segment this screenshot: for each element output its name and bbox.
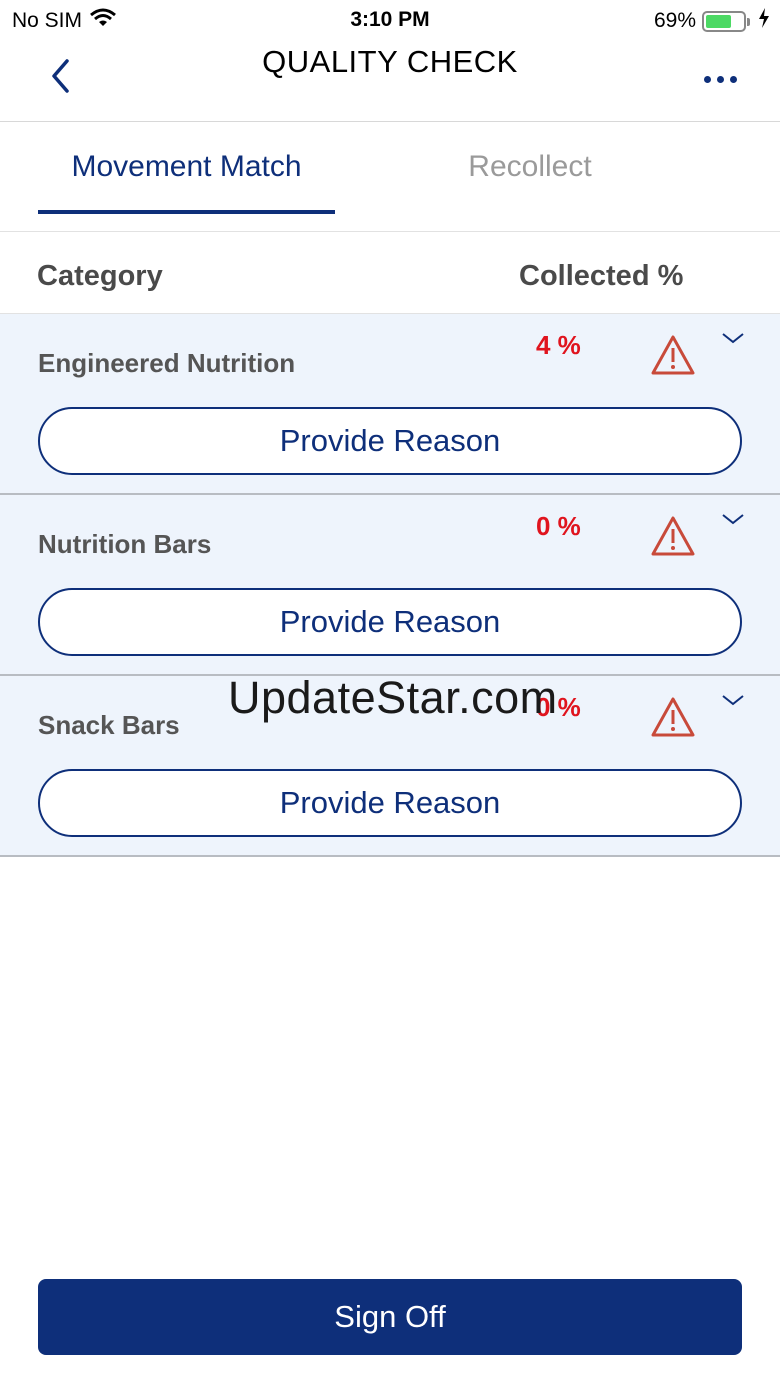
more-button[interactable] [698,64,742,94]
nav-bar: QUALITY CHECK [0,40,780,122]
header-category: Category [37,260,163,292]
header-collected: Collected % [519,260,684,292]
provide-reason-button[interactable]: Provide Reason [38,769,742,837]
warning-icon [650,696,696,738]
table-header: Category Collected % [0,232,780,314]
battery-fill [706,14,731,28]
more-dot [729,75,737,83]
tab-movement-match[interactable]: Movement Match [38,150,335,214]
battery-icon [702,10,750,32]
tab-bar: Movement Match Recollect [0,122,780,232]
category-name: Nutrition Bars [38,529,212,559]
status-right: 69% [654,8,770,34]
category-row-engineered-nutrition: Engineered Nutrition 4 % Provide Reason [0,314,780,495]
more-dot [703,75,711,83]
expand-chevron-icon[interactable] [720,690,746,710]
provide-reason-button[interactable]: Provide Reason [38,407,742,475]
charging-icon [758,8,770,34]
collected-percent: 0 % [536,511,581,541]
sign-off-button[interactable]: Sign Off [38,1279,742,1355]
collected-percent: 4 % [536,330,581,360]
category-name: Snack Bars [38,710,180,740]
category-name: Engineered Nutrition [38,348,296,378]
battery-percent: 69% [653,9,696,32]
expand-chevron-icon[interactable] [720,328,746,348]
warning-icon [650,334,696,376]
page-title: QUALITY CHECK [262,44,518,79]
provide-reason-button[interactable]: Provide Reason [38,588,742,656]
warning-icon [650,515,696,557]
more-dot [716,75,724,83]
tab-recollect[interactable]: Recollect [430,150,630,214]
category-row-nutrition-bars: Nutrition Bars 0 % Provide Reason [0,495,780,676]
status-bar: No SIM 3:10 PM 69% [0,0,780,40]
expand-chevron-icon[interactable] [720,509,746,529]
watermark: UpdateStar.com [228,672,558,723]
